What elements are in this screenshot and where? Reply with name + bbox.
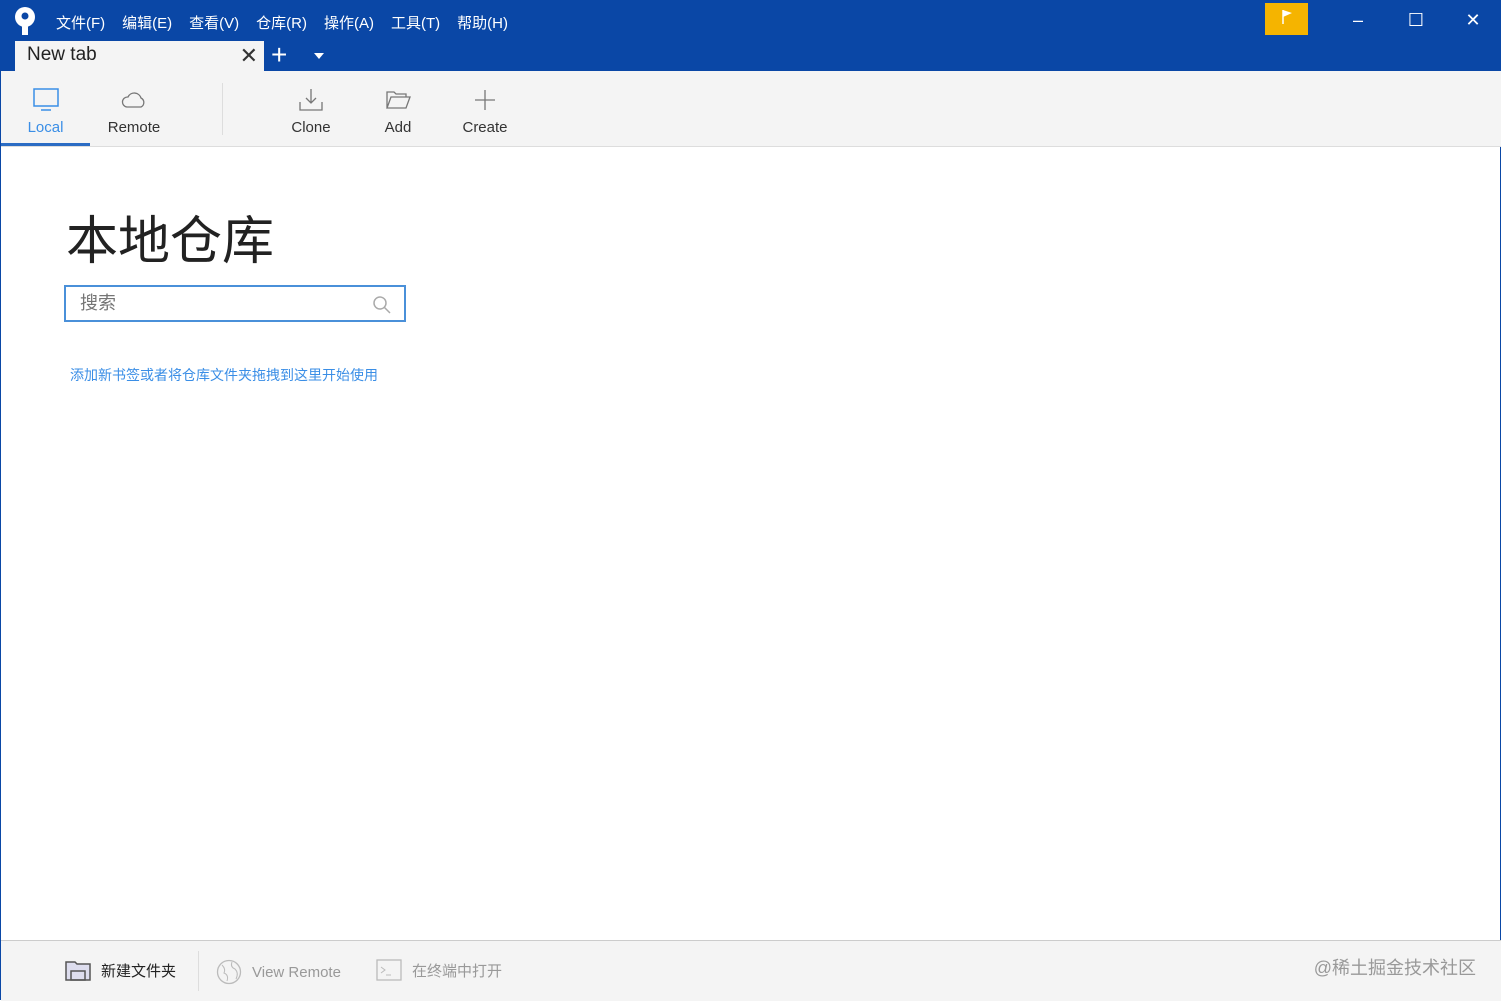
close-tab-icon[interactable]: ✕ [240, 43, 258, 69]
empty-hint: 添加新书签或者将仓库文件夹拖拽到这里开始使用 [70, 367, 378, 383]
folder-open-icon [386, 91, 411, 109]
globe-icon [216, 959, 242, 985]
new-folder-label: 新建文件夹 [101, 962, 177, 980]
flag-button[interactable] [1265, 3, 1308, 35]
new-folder-icon [65, 961, 91, 981]
create-label: Create [462, 119, 508, 136]
tab-local[interactable]: Local [1, 71, 90, 146]
view-remote-button[interactable]: View Remote [216, 959, 341, 985]
flag-icon [1282, 10, 1292, 24]
menu-edit[interactable]: 编辑(E) [122, 12, 172, 33]
tab-new-tab[interactable]: New tab ✕ [15, 41, 264, 71]
plus-icon [475, 90, 495, 110]
search-box [64, 285, 406, 322]
bottom-bar: 新建文件夹 View Remote 在终端中打开 @稀土掘金技术社区 [1, 940, 1501, 1001]
page-title: 本地仓库 [66, 213, 275, 271]
tab-dropdown-icon[interactable] [314, 53, 324, 64]
bottom-divider [198, 951, 199, 991]
open-terminal-label: 在终端中打开 [412, 962, 503, 980]
clone-button[interactable]: Clone [276, 71, 346, 146]
watermark: @稀土掘金技术社区 [1313, 958, 1476, 978]
menu-help[interactable]: 帮助(H) [457, 12, 508, 33]
add-label: Add [384, 119, 412, 136]
new-tab-button[interactable]: + [271, 41, 287, 69]
create-button[interactable]: Create [452, 71, 518, 146]
menu-file[interactable]: 文件(F) [56, 12, 105, 33]
search-input[interactable] [80, 293, 370, 314]
app-logo-icon [15, 7, 35, 35]
menu-view[interactable]: 查看(V) [189, 12, 239, 33]
minimize-button[interactable]: – [1343, 7, 1373, 33]
toolbar: Local Remote Clone Add Create [1, 71, 1501, 147]
cloud-icon [121, 92, 145, 108]
search-icon [373, 296, 391, 314]
close-window-button[interactable]: ✕ [1458, 7, 1488, 33]
download-icon [299, 89, 323, 111]
remote-label: Remote [107, 119, 161, 136]
menu-tools[interactable]: 工具(T) [391, 12, 440, 33]
open-terminal-button[interactable]: 在终端中打开 [376, 959, 502, 981]
menu-actions[interactable]: 操作(A) [324, 12, 374, 33]
new-folder-button[interactable]: 新建文件夹 [65, 959, 176, 981]
monitor-icon [32, 88, 59, 111]
view-remote-label: View Remote [252, 963, 341, 981]
menu-bar: 文件(F) 编辑(E) 查看(V) 仓库(R) 操作(A) 工具(T) 帮助(H… [56, 12, 508, 33]
tab-remote[interactable]: Remote [90, 71, 178, 146]
add-button[interactable]: Add [366, 71, 430, 146]
menu-repository[interactable]: 仓库(R) [256, 12, 307, 33]
terminal-icon [376, 959, 402, 981]
toolbar-divider [222, 83, 223, 135]
local-label: Local [27, 119, 64, 136]
clone-label: Clone [291, 119, 331, 136]
tab-label: New tab [27, 44, 97, 65]
title-bar: 文件(F) 编辑(E) 查看(V) 仓库(R) 操作(A) 工具(T) 帮助(H… [1, 1, 1501, 71]
maximize-button[interactable]: ☐ [1401, 7, 1431, 33]
